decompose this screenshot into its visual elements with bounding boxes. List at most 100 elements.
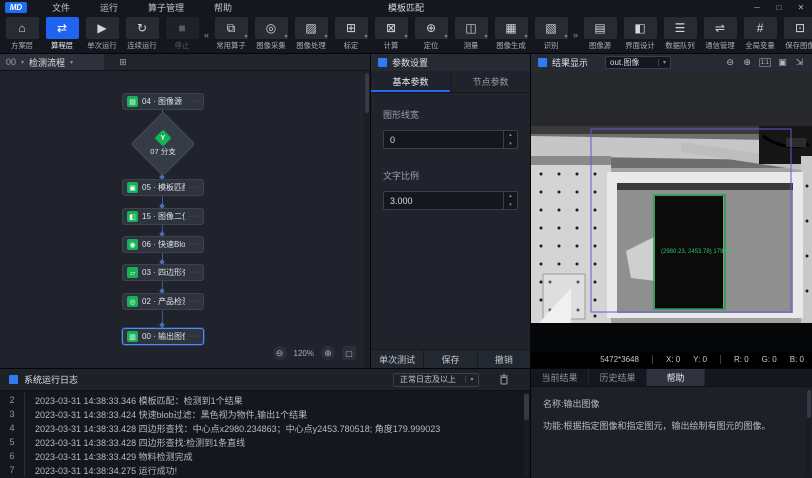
zoom-in-icon[interactable]: ⊕	[321, 346, 335, 360]
scrollbar-thumb[interactable]	[807, 390, 811, 418]
menu-operator-management[interactable]: 算子管理	[133, 0, 199, 15]
node-more-icon[interactable]: ···	[189, 184, 199, 191]
tab-help[interactable]: 帮助	[647, 369, 705, 386]
flow-tab[interactable]: 00 ▾ 检测流程 ▾	[0, 54, 104, 70]
scheme-layer-button[interactable]: ⌂ 方案层	[3, 17, 41, 51]
menu-file[interactable]: 文件	[37, 0, 85, 15]
spin-down-icon[interactable]: ▾	[504, 201, 517, 210]
global-variables-button[interactable]: # 全局变量	[741, 17, 779, 51]
node-more-icon[interactable]: ···	[189, 333, 199, 340]
one-to-one-icon[interactable]: 1:1	[759, 58, 771, 67]
node-more-icon[interactable]: ···	[189, 213, 199, 220]
add-flow-button[interactable]: ⊞	[114, 57, 132, 68]
measurement-button[interactable]: ◫▾ 测量	[452, 17, 490, 51]
node-more-icon[interactable]: ···	[189, 298, 199, 305]
minimize-icon[interactable]: ─	[746, 3, 768, 12]
result-title: 结果显示	[552, 56, 588, 69]
menu-run[interactable]: 运行	[85, 0, 133, 15]
binarize-node-icon: ◧	[127, 211, 138, 222]
flow-node-branch[interactable]: Y 07 分支	[130, 111, 195, 176]
fullscreen-icon[interactable]: ⇲	[794, 57, 805, 68]
scrollbar-thumb[interactable]	[524, 394, 529, 420]
image-processing-button[interactable]: ▨▾ 图像处理	[292, 17, 330, 51]
pixel-grid-icon[interactable]: ▣	[777, 57, 788, 68]
image-generation-icon: ▦	[505, 21, 516, 35]
image-capture-button[interactable]: ◎▾ 图像采集	[252, 17, 290, 51]
common-operators-button[interactable]: ⧉▾ 常用算子	[212, 17, 250, 51]
image-source-button[interactable]: ▤ 图像源	[581, 17, 619, 51]
zoom-fit-icon[interactable]: ▢	[342, 346, 356, 360]
image-generation-button[interactable]: ▦▾ 图像生成	[492, 17, 530, 51]
undo-button[interactable]: 撤销	[477, 350, 530, 368]
collapse-right-icon[interactable]: »	[573, 30, 578, 40]
connector-arrow-icon	[159, 322, 165, 328]
text-scale-input[interactable]	[384, 192, 503, 209]
image-zoom-out-icon[interactable]: ⊖	[725, 57, 736, 68]
image-zoom-in-icon[interactable]: ⊕	[742, 57, 753, 68]
spin-up-icon[interactable]: ▴	[504, 192, 517, 201]
flow-node-template-match[interactable]: ▣ 05 · 模板匹配 ···	[122, 179, 204, 196]
maximize-icon[interactable]: □	[768, 3, 790, 12]
run-once-icon: ▶	[97, 21, 106, 35]
help-scrollbar[interactable]	[806, 389, 811, 477]
quad-find-node-icon: ▱	[127, 267, 138, 278]
result-source-select[interactable]: out.图像 ▾	[605, 56, 671, 69]
menu-help[interactable]: 帮助	[199, 0, 247, 15]
flow-canvas[interactable]: ▤ 04 · 图像源 ··· Y 07 分支 ▣ 05 · 模板匹配 ···	[0, 71, 370, 368]
result-image-viewport[interactable]: (2980.23, 2453.78) 179.99	[531, 71, 812, 351]
calibration-button[interactable]: ⊞▾ 标定	[332, 17, 370, 51]
tab-node-params[interactable]: 节点参数	[451, 71, 530, 92]
collapse-left-icon[interactable]: «	[204, 30, 209, 40]
template-match-node-icon: ▣	[127, 182, 138, 193]
help-node-description: 功能:根据指定图像和指定图元，输出绘制有图元的图像。	[543, 420, 800, 434]
recognition-button[interactable]: ▧▾ 识别	[532, 17, 570, 51]
tab-basic-params[interactable]: 基本参数	[371, 71, 451, 92]
scrollbar-thumb[interactable]	[365, 73, 369, 113]
spin-up-icon[interactable]: ▴	[504, 131, 517, 140]
flow-node-product-detect[interactable]: ◎ 02 · 产品检测 ···	[122, 293, 204, 310]
image-status-bar: 5472*3648 X: 0 Y: 0 R: 0 G: 0 B: 0	[531, 351, 812, 368]
flow-scrollbar[interactable]	[364, 71, 370, 368]
app-logo: MD	[5, 2, 27, 13]
communication-button[interactable]: ⇌ 通信管理	[701, 17, 739, 51]
flow-node-quad-find[interactable]: ▱ 03 · 四边形查找 ···	[122, 264, 204, 281]
zoom-out-icon[interactable]: ⊖	[273, 346, 287, 360]
node-more-icon[interactable]: ···	[189, 269, 199, 276]
log-filter-select[interactable]: 正常日志及以上 ▾	[393, 373, 479, 387]
ui-design-button[interactable]: ◧ 界面设计	[621, 17, 659, 51]
run-continuous-icon: ↻	[137, 21, 147, 35]
branch-node-icon: Y	[155, 129, 172, 146]
line-width-input[interactable]	[384, 131, 503, 148]
process-layer-button[interactable]: ⇄ 算程层	[43, 17, 81, 51]
flow-node-binarize[interactable]: ◧ 15 · 图像二值化 ···	[122, 208, 204, 225]
data-queue-button[interactable]: ☰ 数据队列	[661, 17, 699, 51]
tab-current-result[interactable]: 当前结果	[531, 369, 589, 386]
close-icon[interactable]: ✕	[790, 3, 812, 12]
save-image-button[interactable]: ⊡ 保存图像	[781, 17, 812, 51]
text-scale-stepper[interactable]: ▴ ▾	[503, 192, 517, 209]
save-button[interactable]: 保存	[423, 350, 476, 368]
run-continuous-button[interactable]: ↻ 连续运行	[123, 17, 161, 51]
calculation-button[interactable]: ⊠▾ 计算	[372, 17, 410, 51]
flow-node-output-image[interactable]: ▥ 00 · 输出图像 ···	[122, 328, 204, 345]
stop-button[interactable]: ■ 停止	[163, 17, 201, 51]
spin-down-icon[interactable]: ▾	[504, 140, 517, 149]
node-more-icon[interactable]: ···	[189, 241, 199, 248]
toolbar: ⌂ 方案层 ⇄ 算程层 ▶ 单次运行 ↻ 连续运行 ■ 停止 « ⧉▾ 常用算子…	[0, 15, 812, 54]
clear-log-button[interactable]	[499, 374, 509, 385]
flow-node-blob-filter[interactable]: ◉ 06 · 快速Blob过滤 ···	[122, 236, 204, 253]
node-more-icon[interactable]: ···	[189, 98, 199, 105]
text-scale-field: ▴ ▾	[383, 191, 518, 210]
image-source-node-icon: ▤	[127, 96, 138, 107]
single-test-button[interactable]: 单次测试	[371, 350, 423, 368]
locating-button[interactable]: ⊕▾ 定位	[412, 17, 450, 51]
log-scrollbar[interactable]	[524, 393, 529, 477]
run-once-button[interactable]: ▶ 单次运行	[83, 17, 121, 51]
dropdown-caret-icon: ▾	[365, 33, 368, 40]
text-scale-label: 文字比例	[383, 169, 518, 182]
flow-node-image-source[interactable]: ▤ 04 · 图像源 ···	[122, 93, 204, 110]
caret-down-icon: ▾	[465, 376, 478, 383]
measurement-icon: ◫	[465, 21, 476, 35]
line-width-stepper[interactable]: ▴ ▾	[503, 131, 517, 148]
tab-history-result[interactable]: 历史结果	[589, 369, 647, 386]
